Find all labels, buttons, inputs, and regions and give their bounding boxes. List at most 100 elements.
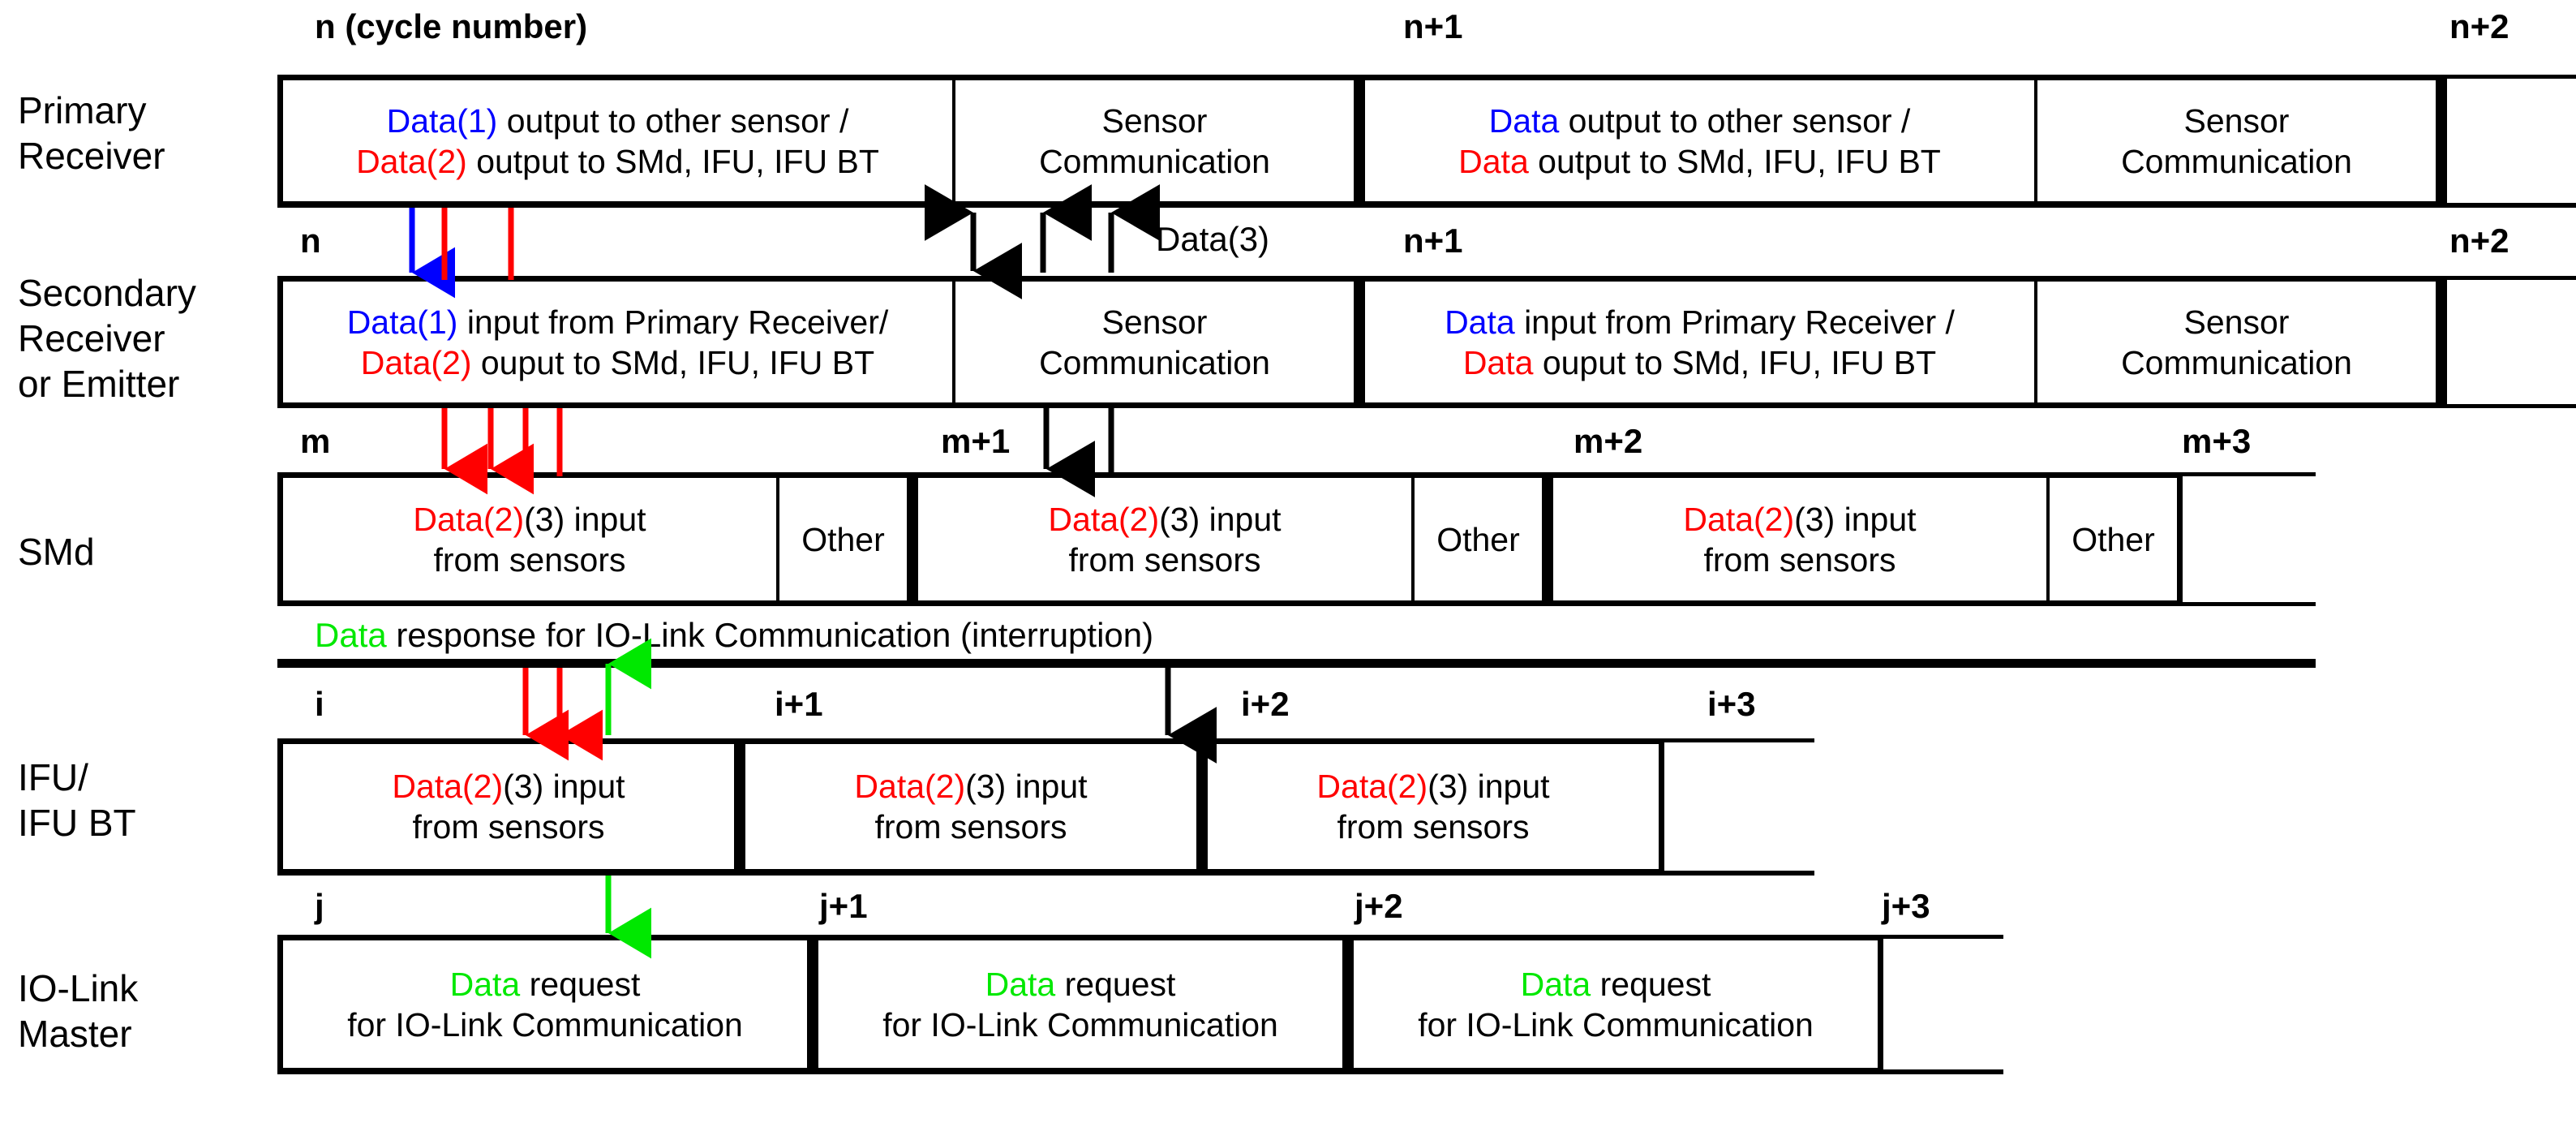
slot-iolink-1-line1-tag: Data bbox=[985, 965, 1056, 1003]
slot-primary-2-line1-rest: output to other sensor / bbox=[1559, 101, 1911, 140]
row-label-iolink-master: IO-Link Master bbox=[18, 967, 139, 1055]
slot-secondary-2-line1-tag: Data bbox=[1445, 303, 1515, 341]
slot-secondary-1-line2: Communication bbox=[1039, 343, 1270, 381]
slot-iolink-3 bbox=[1883, 939, 2003, 1069]
slot-secondary-1-line1: Sensor bbox=[1101, 303, 1208, 341]
slot-primary-2-line2-tag: Data bbox=[1458, 142, 1529, 180]
slot-iolink-1: Data request for IO-Link Communication bbox=[813, 939, 1348, 1069]
slot-ifu-0-line1-rest: (3) input bbox=[503, 768, 625, 805]
slot-iolink-1-line1-rest: request bbox=[1055, 965, 1176, 1003]
slot-smd-3-other: Other bbox=[1413, 476, 1548, 602]
slot-primary-4 bbox=[2441, 79, 2576, 203]
slot-primary-0-line1-rest: output to other sensor / bbox=[497, 101, 849, 140]
row-label-primary-receiver: Primary Receiver bbox=[18, 89, 165, 177]
slot-ifu-2-line1-tag: Data(2) bbox=[1316, 768, 1428, 805]
tick-iolink-j1: j+1 bbox=[819, 887, 868, 925]
slot-smd-2: Data(2)(3) input from sensors bbox=[912, 476, 1413, 602]
slot-smd-6 bbox=[2183, 476, 2316, 602]
slot-primary-1-line2: Communication bbox=[1039, 142, 1270, 180]
slot-smd-1-text: Other bbox=[801, 520, 885, 558]
slot-smd-0: Data(2)(3) input from sensors bbox=[277, 476, 778, 602]
slot-smd-1-other: Other bbox=[778, 476, 912, 602]
slot-primary-2: Data output to other sensor / Data outpu… bbox=[1359, 79, 2036, 203]
tick-primary-n2: n+2 bbox=[2449, 7, 2509, 45]
slot-ifu-1: Data(2)(3) input from sensors bbox=[740, 742, 1202, 871]
tick-iolink-j: j bbox=[315, 887, 324, 925]
slot-primary-2-line1-tag: Data bbox=[1488, 101, 1560, 140]
tick-ifu-i3: i+3 bbox=[1707, 685, 1756, 723]
tick-iolink-j3: j+3 bbox=[1882, 887, 1930, 925]
slot-secondary-3-line2: Communication bbox=[2121, 343, 2352, 381]
slot-primary-0-line2-tag: Data(2) bbox=[356, 142, 467, 180]
slot-iolink-2: Data request for IO-Link Communication bbox=[1348, 939, 1883, 1069]
slot-smd-0-line2: from sensors bbox=[433, 540, 626, 579]
slot-ifu-3 bbox=[1664, 742, 1814, 871]
slot-smd-0-line1-tag: Data(2) bbox=[413, 500, 525, 538]
row-label-smd: SMd bbox=[18, 531, 95, 573]
tick-primary-n: n (cycle number) bbox=[315, 7, 588, 45]
tick-smd-m: m bbox=[300, 422, 331, 460]
slot-smd-4: Data(2)(3) input from sensors bbox=[1548, 476, 2048, 602]
tick-smd-m3: m+3 bbox=[2182, 422, 2252, 460]
row-label-ifu: IFU/ IFU BT bbox=[18, 756, 136, 844]
slot-smd-3-text: Other bbox=[1436, 520, 1520, 558]
tick-ifu-i: i bbox=[315, 685, 324, 723]
tick-ifu-i1: i+1 bbox=[775, 685, 823, 723]
tick-smd-m1: m+1 bbox=[941, 422, 1011, 460]
slot-secondary-0-line1-tag: Data(1) bbox=[346, 303, 458, 341]
slot-ifu-1-line2: from sensors bbox=[874, 808, 1067, 845]
slot-ifu-0: Data(2)(3) input from sensors bbox=[277, 742, 740, 871]
slot-smd-2-line2: from sensors bbox=[1068, 540, 1261, 579]
slot-smd-5-other: Other bbox=[2048, 476, 2183, 602]
slot-secondary-4 bbox=[2441, 280, 2576, 404]
tick-secondary-n: n bbox=[300, 222, 321, 260]
slot-ifu-2-line1-rest: (3) input bbox=[1428, 768, 1550, 805]
slot-secondary-3-line1: Sensor bbox=[2183, 303, 2290, 341]
slot-secondary-2-line2-tag: Data bbox=[1462, 343, 1534, 381]
annotation-data-response-rest: response for IO-Link Communication (inte… bbox=[386, 616, 1154, 654]
annotation-data3: Data(3) bbox=[1156, 220, 1270, 258]
row-label-secondary-receiver: Secondary Receiver or Emitter bbox=[18, 272, 196, 405]
slot-iolink-0-line1-tag: Data bbox=[449, 965, 521, 1003]
slot-smd-4-line1-rest: (3) input bbox=[1794, 500, 1917, 538]
slot-iolink-2-line1-rest: request bbox=[1591, 965, 1711, 1003]
slot-iolink-2-line1-tag: Data bbox=[1520, 965, 1591, 1003]
slot-iolink-1-line2: for IO-Link Communication bbox=[882, 1005, 1278, 1043]
slot-secondary-1: Sensor Communication bbox=[954, 280, 1359, 404]
slot-smd-2-line1-rest: (3) input bbox=[1159, 500, 1282, 538]
slot-smd-0-line1-rest: (3) input bbox=[524, 500, 646, 538]
annotation-data-response-tag: Data bbox=[315, 616, 387, 654]
slot-secondary-3: Sensor Communication bbox=[2036, 280, 2441, 404]
slot-secondary-0-line1-rest: input from Primary Receiver/ bbox=[457, 303, 889, 341]
slot-smd-5-text: Other bbox=[2072, 520, 2155, 558]
slot-primary-0-line2-rest: output to SMd, IFU, IFU BT bbox=[466, 142, 879, 180]
timing-diagram: Primary Receiver Secondary Receiver or E… bbox=[0, 0, 2576, 1123]
slot-secondary-2: Data input from Primary Receiver / Data … bbox=[1359, 280, 2036, 404]
tick-smd-m2: m+2 bbox=[1574, 422, 1643, 460]
slot-secondary-0-line2-rest: ouput to SMd, IFU, IFU BT bbox=[471, 343, 875, 381]
slot-primary-0-line1-tag: Data(1) bbox=[386, 101, 498, 140]
slot-ifu-1-line1-rest: (3) input bbox=[965, 768, 1088, 805]
slot-primary-0: Data(1) output to other sensor / Data(2)… bbox=[277, 79, 954, 203]
slot-secondary-0-line2-tag: Data(2) bbox=[360, 343, 472, 381]
slot-secondary-2-line1-rest: input from Primary Receiver / bbox=[1514, 303, 1955, 341]
slot-smd-4-line2: from sensors bbox=[1703, 540, 1896, 579]
slot-smd-4-line1-tag: Data(2) bbox=[1683, 500, 1795, 538]
slot-primary-3-line2: Communication bbox=[2121, 142, 2352, 180]
slot-iolink-0-line1-rest: request bbox=[520, 965, 641, 1003]
slot-ifu-2: Data(2)(3) input from sensors bbox=[1202, 742, 1664, 871]
rail-response-line bbox=[277, 659, 2316, 668]
tick-iolink-j2: j+2 bbox=[1355, 887, 1403, 925]
tick-ifu-i2: i+2 bbox=[1241, 685, 1290, 723]
slot-ifu-0-line1-tag: Data(2) bbox=[392, 768, 504, 805]
tick-primary-n1: n+1 bbox=[1403, 7, 1463, 45]
slot-primary-3: Sensor Communication bbox=[2036, 79, 2441, 203]
slot-secondary-2-line2-rest: ouput to SMd, IFU, IFU BT bbox=[1533, 343, 1937, 381]
slot-iolink-0: Data request for IO-Link Communication bbox=[277, 939, 813, 1069]
slot-primary-3-line1: Sensor bbox=[2183, 101, 2290, 140]
slot-primary-1: Sensor Communication bbox=[954, 79, 1359, 203]
slot-ifu-2-line2: from sensors bbox=[1337, 808, 1530, 845]
slot-smd-2-line1-tag: Data(2) bbox=[1048, 500, 1160, 538]
slot-primary-2-line2-rest: output to SMd, IFU, IFU BT bbox=[1528, 142, 1941, 180]
slot-iolink-0-line2: for IO-Link Communication bbox=[347, 1005, 743, 1043]
